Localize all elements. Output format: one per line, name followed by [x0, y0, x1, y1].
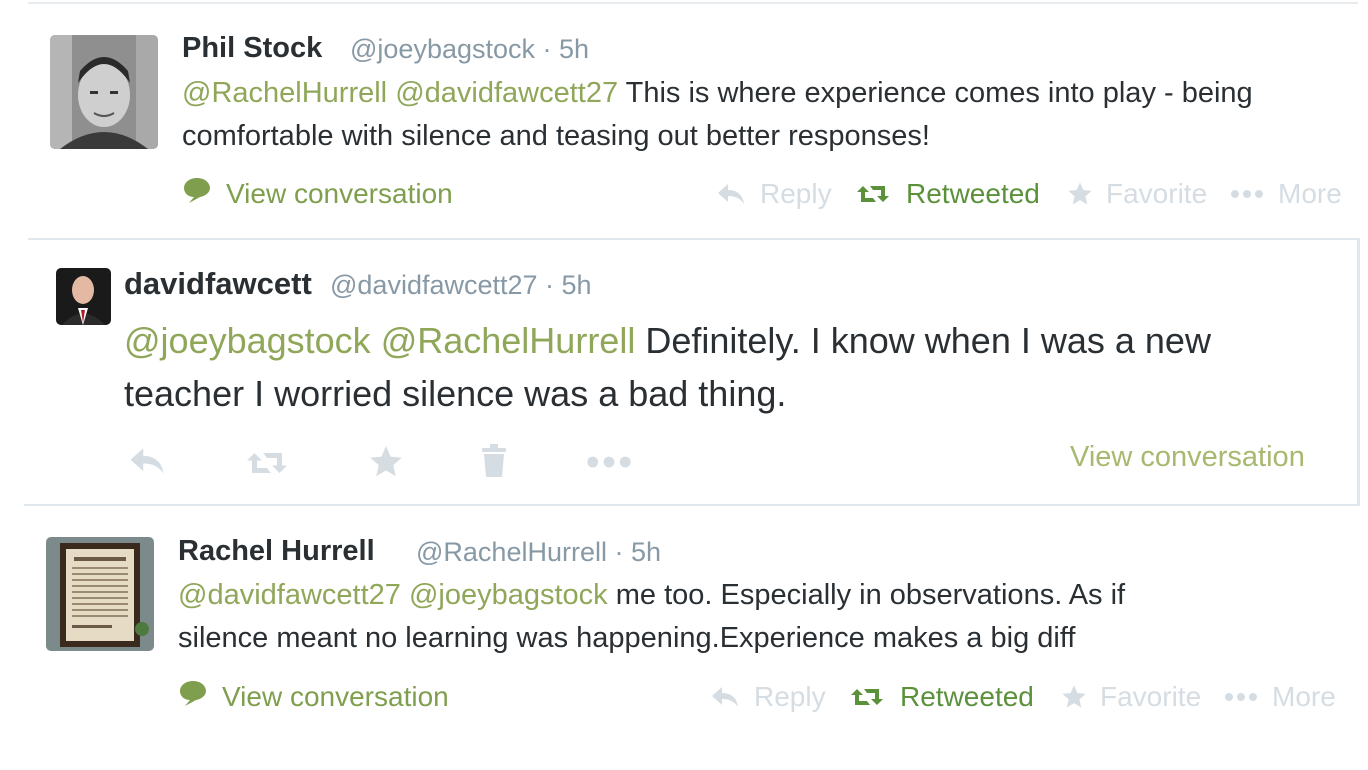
view-conversation-label: View conversation	[1070, 441, 1305, 473]
avatar[interactable]	[46, 537, 154, 651]
favorite-button[interactable]: Favorite	[1060, 681, 1201, 713]
retweet-button[interactable]: Retweeted	[850, 681, 1034, 713]
top-divider	[28, 2, 1358, 4]
mention-link[interactable]: @RachelHurrell	[182, 77, 387, 109]
more-button[interactable]: More	[1224, 681, 1336, 713]
favorite-button[interactable]: Favorite	[1066, 178, 1207, 210]
tweet-text: @davidfawcett27 @joeybagstock me too. Es…	[178, 574, 1338, 660]
star-icon	[1060, 683, 1088, 711]
expanded-tweet-border	[1357, 238, 1360, 504]
view-conversation-label: View conversation	[226, 177, 453, 209]
ellipsis-icon	[1224, 692, 1258, 702]
reply-label: Reply	[760, 178, 832, 209]
reply-button[interactable]: Reply	[710, 681, 826, 713]
tweet-body: me too. Especially in observations. As i…	[615, 579, 1126, 611]
reply-icon	[716, 181, 746, 207]
retweet-button[interactable]: Retweeted	[856, 178, 1040, 210]
reply-button[interactable]	[128, 444, 166, 483]
more-label: More	[1272, 681, 1336, 712]
user-handle[interactable]: @davidfawcett27	[330, 270, 538, 300]
mention-link[interactable]: @joeybagstock	[124, 320, 371, 361]
more-label: More	[1278, 178, 1342, 209]
retweet-icon	[850, 685, 884, 709]
tweet-meta: @RachelHurrell · 5h	[416, 537, 661, 568]
tweet-meta: @joeybagstock · 5h	[350, 34, 589, 65]
reply-label: Reply	[754, 681, 826, 712]
timestamp[interactable]: · 5h	[545, 270, 592, 300]
star-icon	[367, 446, 405, 485]
favorite-label: Favorite	[1106, 178, 1208, 209]
mention-link[interactable]: @RachelHurrell	[381, 320, 636, 361]
more-button[interactable]	[586, 455, 632, 474]
timestamp[interactable]: · 5h	[543, 34, 590, 64]
mention-link[interactable]: @joeybagstock	[409, 579, 608, 611]
tweet-meta: @davidfawcett27 · 5h	[330, 270, 592, 301]
more-button[interactable]: More	[1230, 178, 1342, 210]
ellipsis-icon	[586, 456, 632, 473]
retweet-label: Retweeted	[900, 681, 1034, 712]
tweet-text-line: @joeybagstock @RachelHurrell Definitely.…	[124, 314, 1324, 367]
tweet-body: Definitely. I know when I was a new	[645, 320, 1211, 361]
view-conversation-link[interactable]: View conversation	[1070, 441, 1305, 474]
speech-bubble-icon	[178, 679, 208, 714]
reply-button[interactable]: Reply	[716, 178, 832, 210]
display-name[interactable]: Rachel Hurrell	[178, 535, 375, 568]
tweet-text: @RachelHurrell @davidfawcett27 This is w…	[182, 72, 1332, 158]
display-name[interactable]: davidfawcett	[124, 266, 312, 302]
trash-icon	[480, 444, 508, 483]
user-handle[interactable]: @RachelHurrell	[416, 537, 607, 567]
tweet-text: @joeybagstock @RachelHurrell Definitely.…	[124, 314, 1324, 420]
display-name[interactable]: Phil Stock	[182, 32, 322, 65]
view-conversation-link[interactable]: View conversation	[178, 679, 449, 714]
reply-icon	[128, 448, 166, 482]
mention-link[interactable]: @davidfawcett27	[178, 579, 401, 611]
view-conversation-link[interactable]: View conversation	[182, 176, 453, 211]
tweet-body: silence meant no learning was happening.…	[178, 622, 1076, 654]
tweet-divider	[28, 238, 1358, 240]
timestamp[interactable]: · 5h	[614, 537, 661, 567]
view-conversation-label: View conversation	[222, 680, 449, 712]
retweet-button[interactable]	[244, 448, 290, 483]
ellipsis-icon	[1230, 189, 1264, 199]
retweet-icon	[856, 182, 890, 206]
mention-link[interactable]: @davidfawcett27	[395, 77, 618, 109]
favorite-label: Favorite	[1100, 681, 1202, 712]
tweet-body: teacher I worried silence was a bad thin…	[124, 373, 787, 414]
user-handle[interactable]: @joeybagstock	[350, 34, 535, 64]
tweet-text-line: @davidfawcett27 @joeybagstock me too. Es…	[178, 574, 1338, 617]
tweet-divider	[24, 504, 1360, 506]
star-icon	[1066, 180, 1094, 208]
delete-button[interactable]	[480, 443, 508, 484]
reply-icon	[710, 684, 740, 710]
speech-bubble-icon	[182, 176, 212, 211]
retweet-label: Retweeted	[906, 178, 1040, 209]
favorite-button[interactable]	[367, 443, 405, 486]
avatar[interactable]	[50, 35, 158, 149]
retweet-icon	[244, 453, 290, 482]
avatar[interactable]	[56, 268, 111, 325]
